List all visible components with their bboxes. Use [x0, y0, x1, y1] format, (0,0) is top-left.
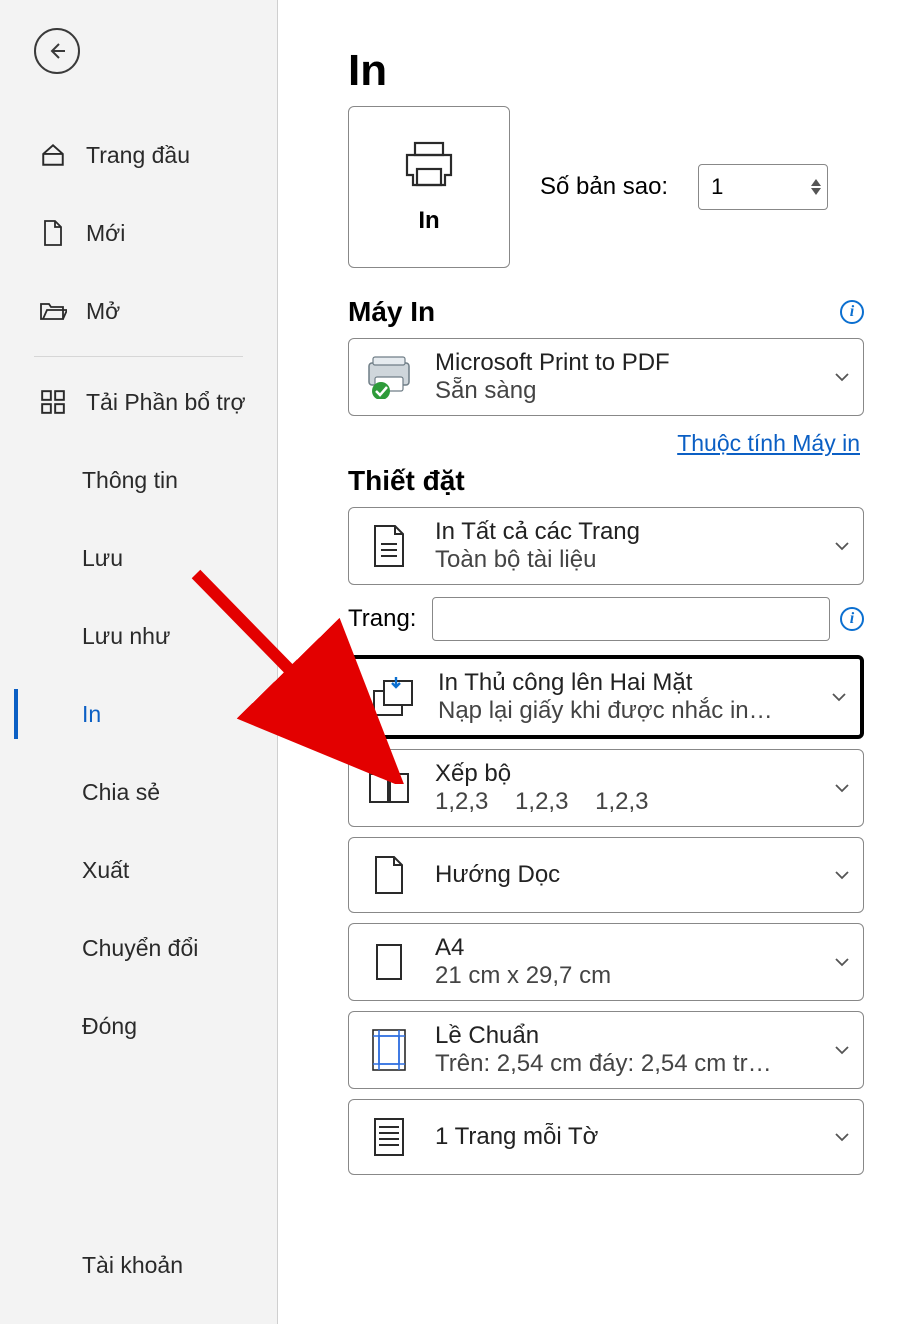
nav-transform[interactable]: Chuyển đổi [0, 909, 277, 987]
document-icon [363, 520, 415, 572]
printer-status: Sẵn sàng [435, 377, 825, 405]
chevron-down-icon [833, 1046, 851, 1055]
print-button[interactable]: In [348, 106, 510, 268]
portrait-icon [363, 849, 415, 901]
chevron-down-icon [833, 373, 851, 382]
nav-save-as[interactable]: Lưu như [0, 597, 277, 675]
copies-value: 1 [711, 174, 811, 200]
printer-dropdown[interactable]: Microsoft Print to PDF Sẵn sàng [348, 338, 864, 416]
pages-per-sheet-dropdown[interactable]: 1 Trang mỗi Tờ [348, 1099, 864, 1175]
printer-name: Microsoft Print to PDF [435, 349, 825, 377]
backstage-sidebar: Trang đầu Mới Mở Tải Phần bổ trợ Thông t… [0, 0, 278, 1324]
margins-icon [363, 1024, 415, 1076]
chevron-down-icon [830, 693, 848, 702]
nav-info[interactable]: Thông tin [0, 441, 277, 519]
arrow-left-icon [45, 39, 69, 63]
printer-ready-icon [363, 351, 415, 403]
collate-icon [363, 762, 415, 814]
nav-new-label: Mới [86, 220, 125, 247]
copies-spinner[interactable]: 1 [698, 164, 828, 210]
nav-separator [34, 356, 243, 357]
home-icon [38, 140, 68, 170]
nav-export[interactable]: Xuất [0, 831, 277, 909]
addins-icon [38, 387, 68, 417]
pages-per-sheet-icon [363, 1111, 415, 1163]
chevron-down-icon [833, 542, 851, 551]
nav-print[interactable]: In [0, 675, 277, 753]
orientation-dropdown[interactable]: Hướng Dọc [348, 837, 864, 913]
folder-open-icon [38, 296, 68, 326]
nav-account[interactable]: Tài khoản [0, 1226, 277, 1304]
pages-label: Trang: [348, 605, 422, 633]
pages-info-icon[interactable]: i [840, 607, 864, 631]
chevron-down-icon [833, 784, 851, 793]
print-button-label: In [418, 207, 439, 235]
file-icon [38, 218, 68, 248]
manual-duplex-icon [366, 671, 418, 723]
chevron-down-icon [833, 958, 851, 967]
printer-section-title: Máy In [348, 296, 435, 328]
nav-share[interactable]: Chia sẻ [0, 753, 277, 831]
spinner-arrows-icon[interactable] [811, 179, 821, 195]
nav-open-label: Mở [86, 298, 120, 325]
margins-dropdown[interactable]: Lề Chuẩn Trên: 2,54 cm đáy: 2,54 cm tr… [348, 1011, 864, 1089]
page-icon [363, 936, 415, 988]
printer-info-icon[interactable]: i [840, 300, 864, 324]
printer-icon [401, 139, 457, 189]
pages-input[interactable] [432, 597, 830, 641]
nav-addins-label: Tải Phần bổ trợ [86, 389, 246, 416]
paper-size-dropdown[interactable]: A4 21 cm x 29,7 cm [348, 923, 864, 1001]
nav-new[interactable]: Mới [0, 194, 277, 272]
duplex-dropdown[interactable]: In Thủ công lên Hai Mặt Nạp lại giấy khi… [348, 655, 864, 739]
chevron-down-icon [833, 871, 851, 880]
printer-properties-link[interactable]: Thuộc tính Máy in [677, 430, 860, 456]
nav-save[interactable]: Lưu [0, 519, 277, 597]
settings-section-title: Thiết đặt [348, 465, 864, 497]
page-title: In [348, 46, 864, 96]
print-backstage-main: In In Số bản sao: 1 Máy In i [278, 0, 904, 1324]
copies-label: Số bản sao: [540, 173, 668, 201]
nav-addins[interactable]: Tải Phần bổ trợ [0, 363, 277, 441]
chevron-down-icon [833, 1133, 851, 1142]
print-what-dropdown[interactable]: In Tất cả các Trang Toàn bộ tài liệu [348, 507, 864, 585]
back-button[interactable] [34, 28, 80, 74]
collate-dropdown[interactable]: Xếp bộ 1,2,3 1,2,3 1,2,3 [348, 749, 864, 827]
nav-close[interactable]: Đóng [0, 987, 277, 1065]
nav-home[interactable]: Trang đầu [0, 116, 277, 194]
nav-open[interactable]: Mở [0, 272, 277, 350]
nav-home-label: Trang đầu [86, 142, 190, 169]
